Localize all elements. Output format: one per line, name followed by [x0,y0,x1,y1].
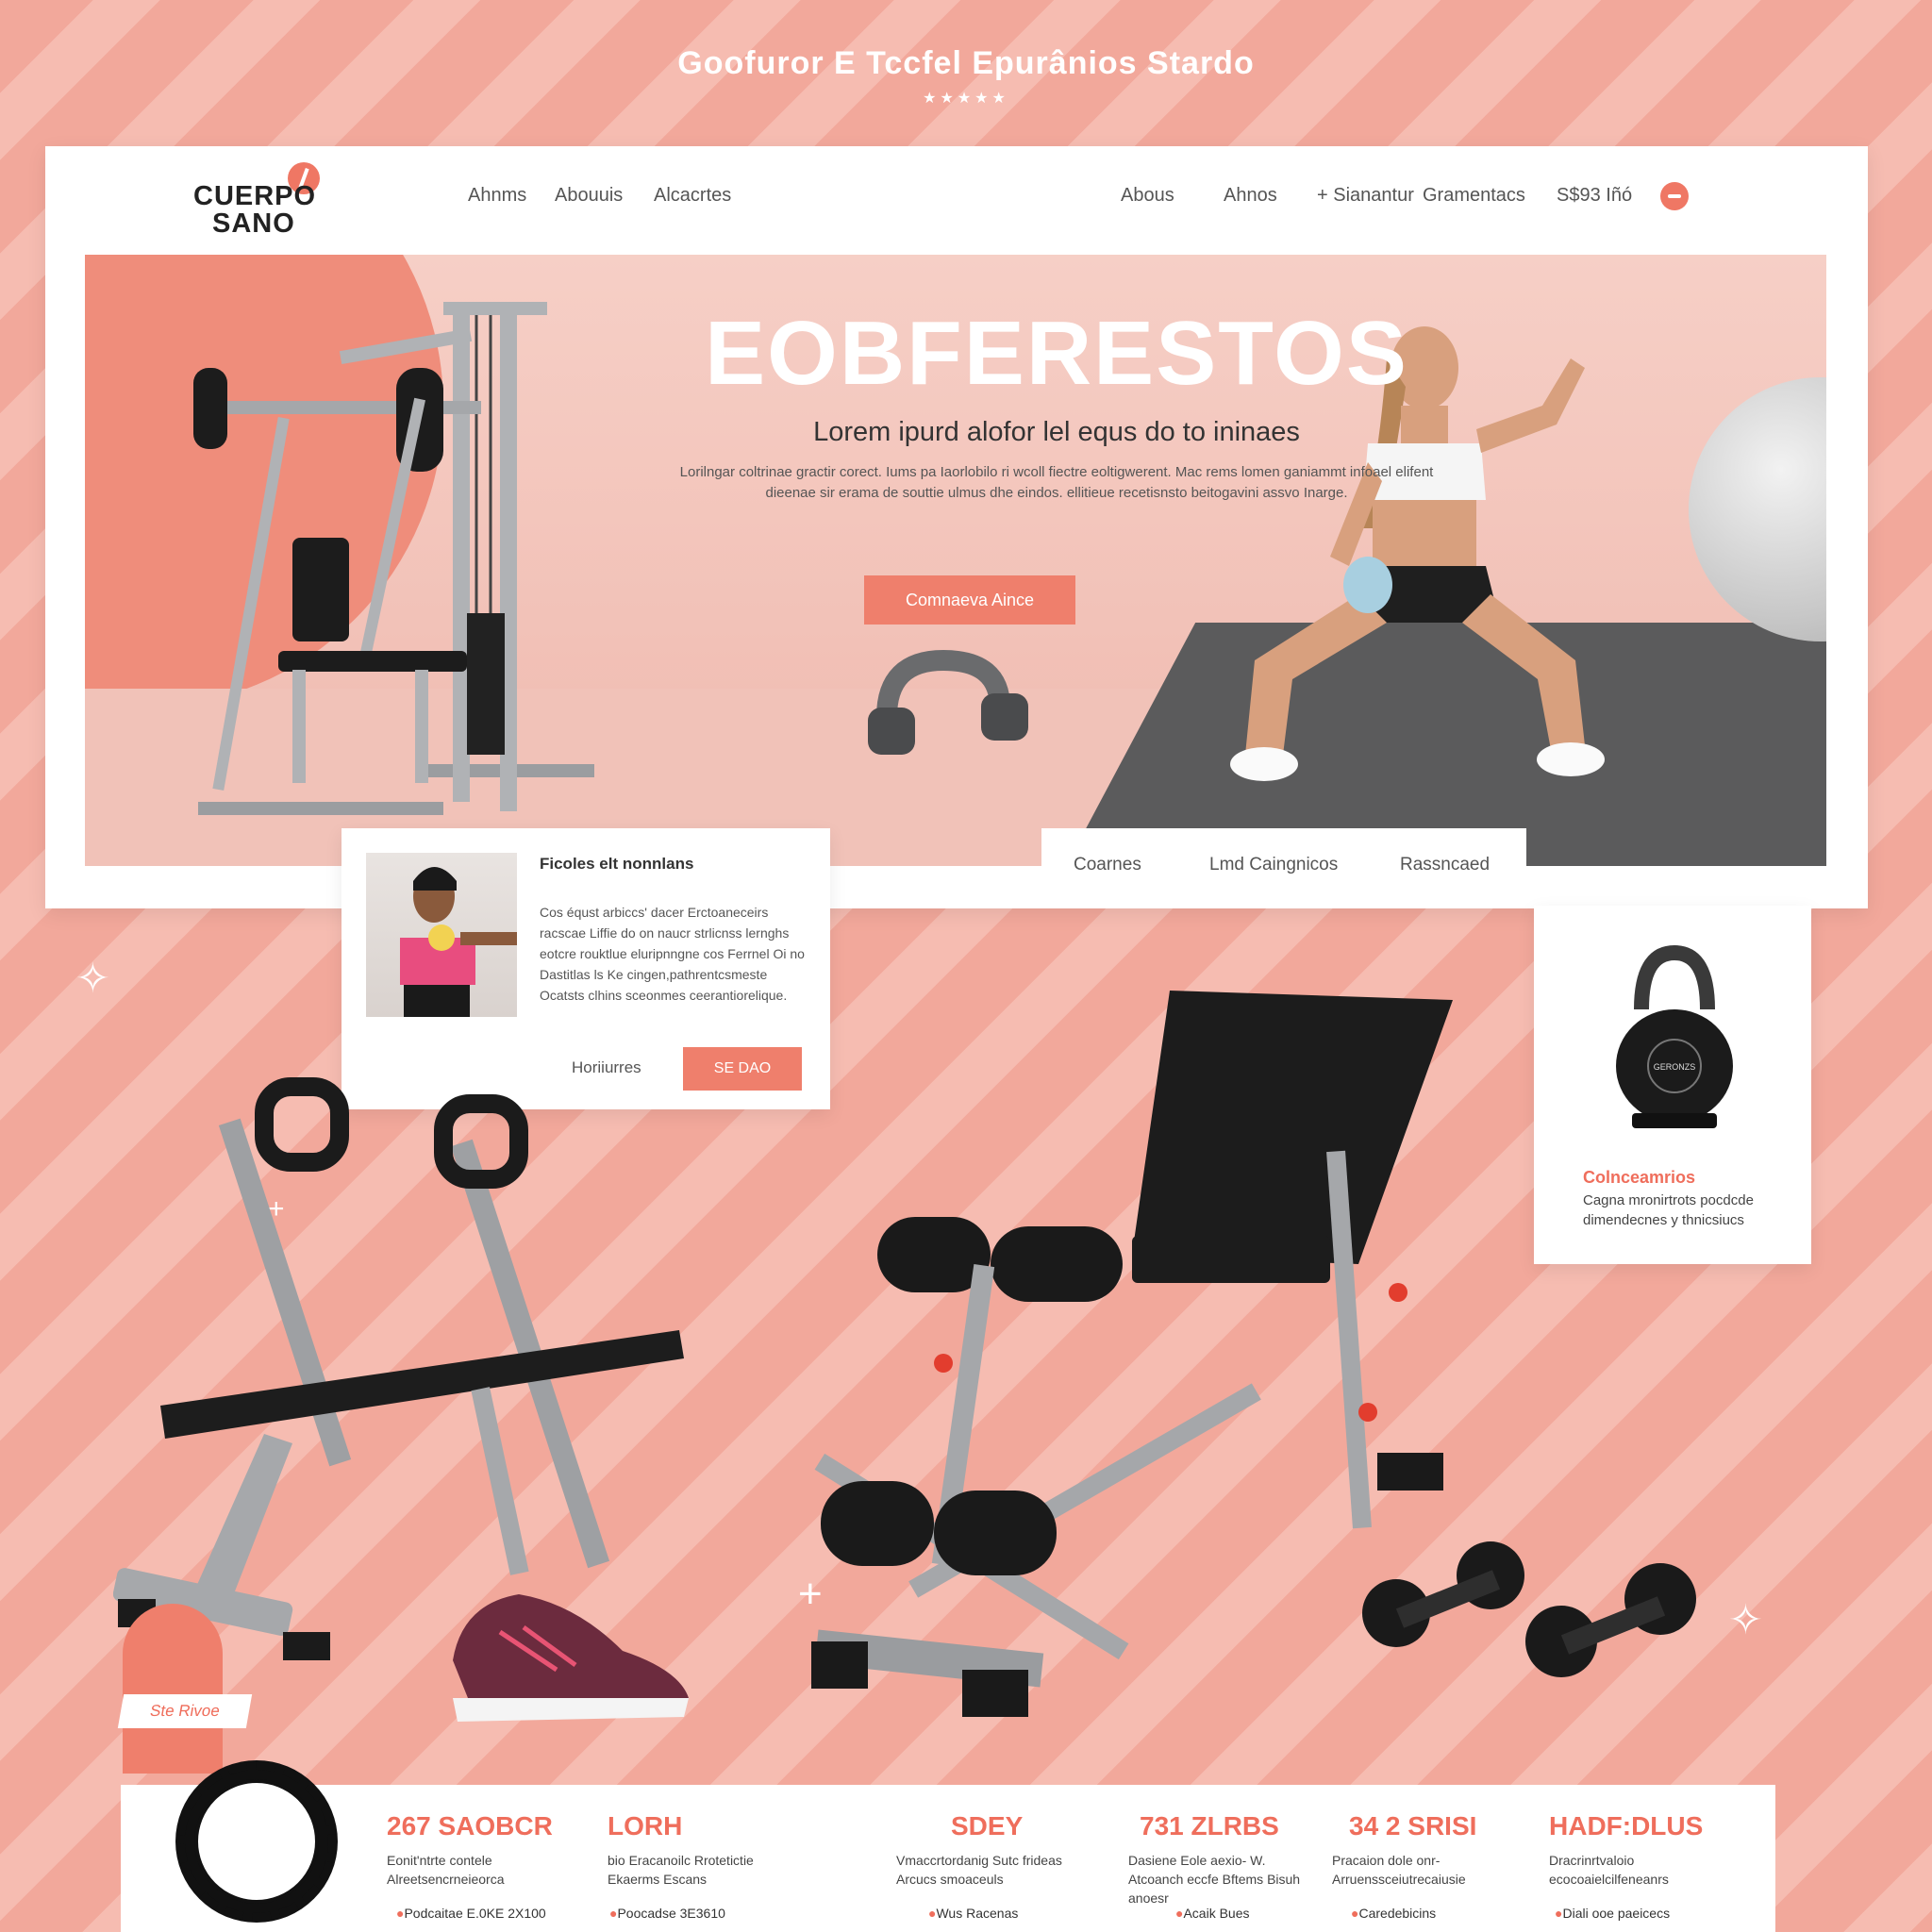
nav-link-3[interactable]: Alcacrtes [654,185,731,207]
nav-link-1[interactable]: Ahnms [468,185,526,207]
accessories-body: Cagna mronirtrots pocdcde dimendecnes y … [1583,1192,1754,1228]
logo-text-line2[interactable]: SANO [212,208,295,240]
woman-portrait-image [400,867,517,1017]
stat-title: 34 2 SRISI [1349,1811,1477,1840]
info-card-link[interactable]: Horiiurres [572,1058,641,1077]
stat-desc: bio Eracanoilc Rrotetictie Ekaerms Escan… [608,1853,754,1887]
stat-desc: Dasiene Eole aexio- W. Atcoanch eccfe Bf… [1128,1853,1301,1906]
tab-2[interactable]: Lmd Caingnicos [1209,855,1338,875]
stat-title: LORH [608,1811,683,1840]
stat-title: SDEY [951,1811,1024,1840]
hero-title: EOBFERESTOS [705,303,1408,404]
stat-foot[interactable]: Poocadse 3E3610 [609,1906,724,1921]
stat-foot[interactable]: Wus Racenas [928,1906,1018,1921]
kettlebell-image: GERONZS [1616,944,1733,1128]
hero-subtitle: Lorem ipurd alofor lel equs do to ininae… [813,417,1300,447]
stat-title: HADF:DLUS [1549,1811,1704,1840]
sparkle-icon: ✧ [75,956,110,1002]
nav-link-2[interactable]: Abouuis [555,185,623,207]
tab-1[interactable]: Coarnes [1074,855,1141,875]
cart-price[interactable]: S$93 Iñó [1557,185,1632,207]
stat-foot[interactable]: Podcaitae E.0KE 2X100 [396,1906,545,1921]
stat-desc: Vmaccrtordanig Sutc frideas Arcucs smoac… [896,1853,1062,1887]
sneaker-image [453,1594,689,1722]
hero-cta-button[interactable]: Comnaeva Aince [864,575,1075,625]
hero-body-text: Lorilngar coltrinae gractir corect. Iums… [679,464,1434,501]
nav-link-4[interactable]: Abous [1121,185,1174,207]
info-card-body: Cos équst arbiccs' dacer Erctoaneceirs r… [540,905,805,1003]
bottom-accent-tab [123,1604,223,1774]
stat-foot[interactable]: Caredebicins [1351,1906,1436,1921]
dumbbells-image [1362,1541,1696,1677]
tab-3[interactable]: Rassncaed [1400,855,1490,875]
stat-desc: Eonit'ntrte contele Alreetsencrneieorca [387,1853,505,1887]
banner-title: Goofuror E Tccfel Epurânios Stardo [677,45,1255,81]
stat-foot[interactable]: Diali ooe paeicecs [1555,1906,1670,1921]
info-card-photo [366,853,517,1017]
stat-foot[interactable]: Acaik Bues [1175,1906,1249,1921]
stat-desc: Dracrinrtvaloio ecocoaielcilfeneanrs [1549,1853,1669,1887]
exercise-ball [1689,377,1826,641]
stat-title: 267 SAOBCR [387,1811,553,1840]
seal-inner [194,1779,319,1904]
nav-link-6[interactable]: + Sianantur [1317,185,1414,207]
sparkle-icon: ✧ [1728,1597,1763,1643]
nav-link-7[interactable]: Gramentacs [1423,185,1525,207]
hero-banner: EOBFERESTOS Lorem ipurd alofor lel equs … [85,255,1826,866]
sale-badge[interactable]: Ste Rivoe [117,1694,253,1728]
accessories-title: Colnceamrios [1583,1168,1696,1187]
pushup-handle-image [868,649,1028,755]
stat-title: 731 ZLRBS [1140,1811,1279,1840]
info-card-title: Ficoles elt nonnlans [540,855,694,873]
banner-stars: ★★★★★ [923,91,1009,107]
nav-link-5[interactable]: Ahnos [1224,185,1277,207]
cart-icon[interactable] [1660,182,1689,210]
stat-desc: Pracaion dole onr- Arruenssceiutrecaiusi… [1332,1853,1466,1887]
kettlebell-label: GERONZS [1654,1062,1696,1072]
cable-machine-image [193,302,594,815]
